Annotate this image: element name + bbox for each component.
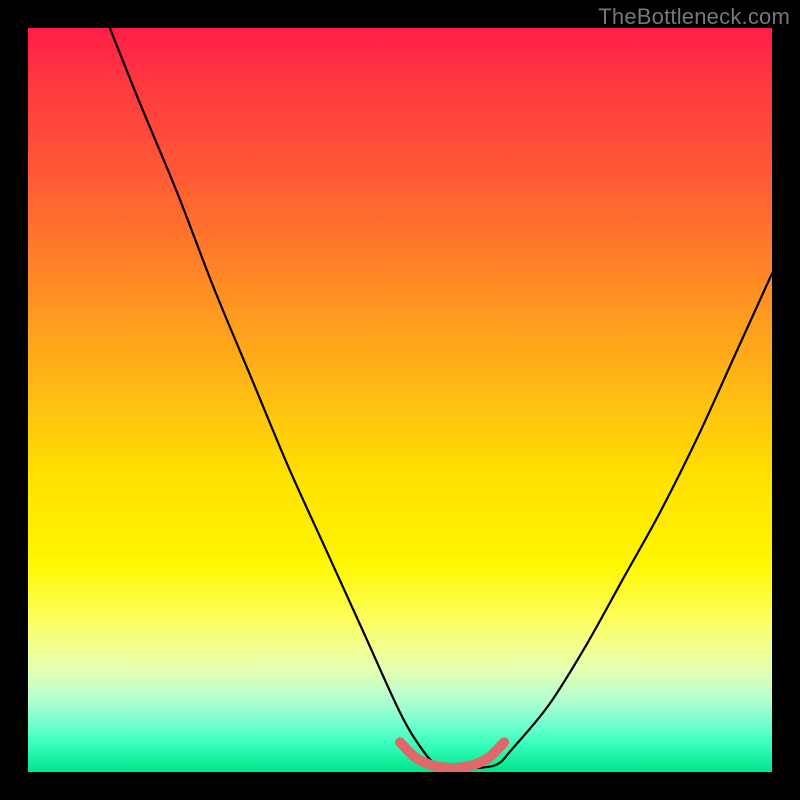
- curve-line: [110, 28, 772, 769]
- valley-highlight-line: [400, 742, 504, 768]
- chart-plot-area: [28, 28, 772, 772]
- chart-svg: [28, 28, 772, 772]
- watermark-text: TheBottleneck.com: [598, 4, 790, 30]
- chart-frame: TheBottleneck.com: [0, 0, 800, 800]
